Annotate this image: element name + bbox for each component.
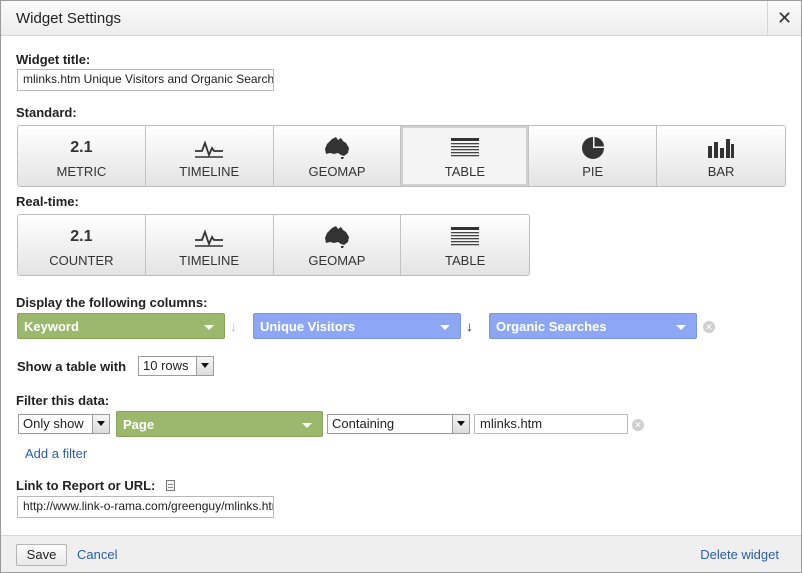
realtime-visualization-group: 2.1 COUNTER TIMELINE GEOMAP TABLE [17,214,530,276]
realtime-table-button[interactable]: TABLE [401,215,529,275]
filter-dimension-dropdown[interactable]: Page [116,411,323,437]
chevron-down-icon [676,325,686,330]
column-dropdown-keyword[interactable]: Keyword [17,313,225,339]
standard-pie-button[interactable]: PIE [529,126,658,186]
realtime-timeline-button[interactable]: TIMELINE [145,215,274,275]
save-button[interactable]: Save [16,544,67,566]
standard-bar-button[interactable]: BAR [657,126,785,186]
link-url-input[interactable]: http://www.link-o-rama.com/greenguy/mlin… [17,496,274,518]
realtime-geomap-label: GEOMAP [308,253,366,268]
metric-number-icon: 2.1 [70,228,93,245]
chevron-down-icon [92,415,109,433]
standard-timeline-label: TIMELINE [179,164,240,179]
document-icon [166,480,175,491]
australia-map-icon [325,137,350,159]
standard-table-button[interactable]: TABLE [401,126,530,186]
standard-bar-label: BAR [707,164,735,179]
dialog-titlebar: Widget Settings ✕ [1,1,801,36]
chevron-down-icon [196,357,213,375]
widget-title-input[interactable]: mlinks.htm Unique Visitors and Organic S… [17,69,274,91]
filter-dimension-value: Page [123,417,155,432]
standard-visualization-group: 2.1 METRIC TIMELINE GEOMAP TABLE PIE BAR [17,125,786,187]
columns-label: Display the following columns: [16,295,208,310]
rows-select[interactable]: 10 rows [138,356,214,376]
standard-table-label: TABLE [444,164,485,179]
chevron-down-icon [204,325,214,330]
dialog-footer: Save Cancel Delete widget [1,535,801,572]
bar-chart-icon [708,139,735,158]
filter-label: Filter this data: [16,393,110,408]
remove-column-icon[interactable]: ✕ [703,321,715,333]
standard-metric-button[interactable]: 2.1 METRIC [18,126,146,186]
filter-match-value: Containing [332,416,395,431]
remove-filter-icon[interactable]: ✕ [632,419,644,431]
chevron-down-icon [452,415,469,433]
filter-mode-select[interactable]: Only show [18,414,110,434]
column-dropdown-organic-searches[interactable]: Organic Searches [489,313,697,339]
pie-chart-icon [581,137,604,159]
realtime-table-label: TABLE [445,253,486,268]
rows-select-value: 10 rows [143,358,189,373]
realtime-timeline-label: TIMELINE [179,253,240,268]
column-dropdown-value: Organic Searches [496,319,607,334]
standard-timeline-button[interactable]: TIMELINE [145,126,274,186]
delete-widget-link[interactable]: Delete widget [700,547,779,562]
column-dropdown-value: Keyword [24,319,79,334]
standard-geomap-button[interactable]: GEOMAP [273,126,402,186]
close-icon: ✕ [776,8,793,28]
reorder-arrow-icon[interactable]: ↓ [230,318,237,334]
australia-map-icon [324,226,349,248]
link-label: Link to Report or URL: [16,478,156,493]
standard-geomap-label: GEOMAP [308,164,366,179]
timeline-icon [195,229,224,247]
add-filter-link[interactable]: Add a filter [25,446,87,461]
column-dropdown-unique-visitors[interactable]: Unique Visitors [253,313,461,339]
chevron-down-icon [440,325,450,330]
timeline-icon [195,140,224,158]
filter-value-input[interactable]: mlinks.htm [474,414,628,434]
reorder-arrow-icon[interactable]: ↓ [466,318,473,334]
filter-mode-value: Only show [23,416,84,431]
dialog-title: Widget Settings [16,10,122,27]
table-icon [451,227,480,246]
standard-pie-label: PIE [582,164,604,179]
chevron-down-icon [302,423,312,428]
table-icon [450,138,479,157]
realtime-label: Real-time: [16,194,79,209]
close-button[interactable]: ✕ [767,1,801,36]
rows-prefix-label: Show a table with [17,359,127,374]
widget-settings-dialog: Widget Settings ✕ Widget title: mlinks.h… [0,0,802,573]
metric-number-icon: 2.1 [70,139,93,156]
standard-metric-label: METRIC [56,164,107,179]
realtime-counter-label: COUNTER [49,253,114,268]
widget-title-label: Widget title: [16,52,91,67]
standard-label: Standard: [16,105,77,120]
filter-match-select[interactable]: Containing [327,414,470,434]
realtime-counter-button[interactable]: 2.1 COUNTER [18,215,146,275]
cancel-link[interactable]: Cancel [77,547,117,562]
realtime-geomap-button[interactable]: GEOMAP [273,215,402,275]
column-dropdown-value: Unique Visitors [260,319,356,334]
